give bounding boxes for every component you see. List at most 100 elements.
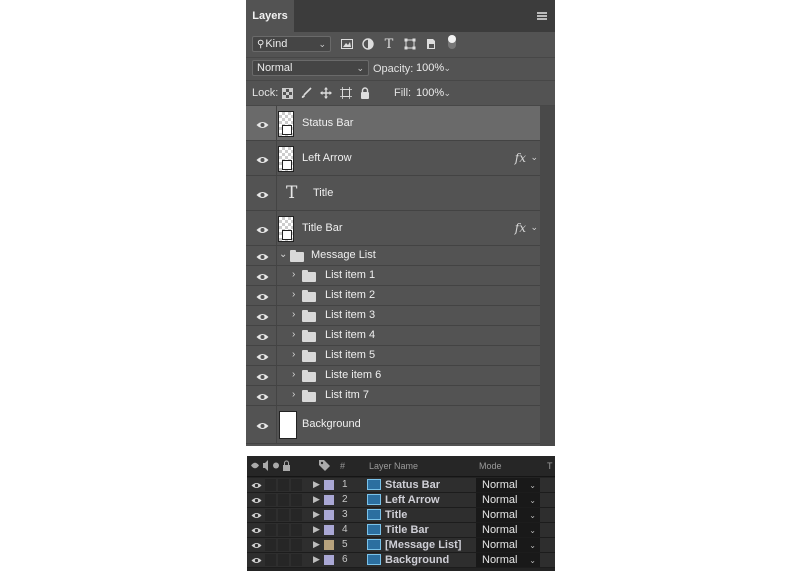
lock-toggle[interactable] [291, 554, 302, 566]
layer-row[interactable]: Left Arrow fx ⌄ [246, 141, 540, 176]
label-color-swatch[interactable] [324, 495, 334, 505]
layer-row[interactable]: T Title [246, 176, 540, 211]
solo-toggle[interactable] [278, 494, 289, 506]
audio-toggle[interactable] [265, 524, 276, 536]
solo-toggle[interactable] [278, 539, 289, 551]
mode-dropdown[interactable]: Normal ⌄ [476, 553, 540, 567]
lock-all-icon[interactable] [358, 86, 372, 100]
audio-toggle[interactable] [265, 539, 276, 551]
chevron-right-icon[interactable]: › [292, 329, 295, 340]
lock-image-pixels-icon[interactable] [300, 86, 314, 100]
type-filter-icon[interactable]: T [382, 37, 396, 52]
lock-position-icon[interactable] [319, 86, 333, 100]
label-color-swatch[interactable] [324, 555, 334, 565]
layer-row[interactable]: › List item 5 [246, 346, 540, 366]
timeline-layer-row[interactable]: ▶ 1 Status Bar Normal ⌄ [247, 478, 555, 493]
solo-toggle[interactable] [278, 554, 289, 566]
eye-icon[interactable] [251, 526, 262, 537]
pixel-filter-icon[interactable] [340, 37, 354, 51]
fill-field[interactable]: 100% ⌄ [411, 85, 456, 101]
adjustment-filter-icon[interactable] [361, 37, 375, 51]
audio-toggle[interactable] [265, 554, 276, 566]
expand-arrow-icon[interactable]: ▶ [313, 539, 320, 550]
layer-row[interactable]: › List itm 7 [246, 386, 540, 406]
filter-kind-dropdown[interactable]: ⚲ Kind ⌄ [252, 36, 331, 52]
lock-toggle[interactable] [291, 479, 302, 491]
chevron-down-icon[interactable]: ⌄ [279, 249, 287, 260]
eye-icon[interactable] [256, 392, 269, 400]
eye-icon[interactable] [256, 352, 269, 360]
lock-toggle[interactable] [291, 539, 302, 551]
chevron-right-icon[interactable]: › [292, 369, 295, 380]
solo-toggle[interactable] [278, 524, 289, 536]
eye-icon[interactable] [256, 312, 269, 320]
eye-icon[interactable] [256, 155, 269, 163]
eye-icon[interactable] [256, 120, 269, 128]
expand-arrow-icon[interactable]: ▶ [313, 554, 320, 565]
timeline-layer-row[interactable]: ▶ 6 Background Normal ⌄ [247, 553, 555, 568]
tab-layers[interactable]: Layers [246, 0, 294, 32]
layer-row[interactable]: Title Bar fx ⌄ [246, 211, 540, 246]
expand-arrow-icon[interactable]: ▶ [313, 494, 320, 505]
eye-icon[interactable] [251, 496, 262, 507]
chevron-down-icon[interactable]: ⌄ [530, 152, 538, 163]
audio-toggle[interactable] [265, 494, 276, 506]
chevron-right-icon[interactable]: › [292, 269, 295, 280]
solo-toggle[interactable] [278, 509, 289, 521]
label-color-swatch[interactable] [324, 510, 334, 520]
lock-toggle[interactable] [291, 524, 302, 536]
layer-row[interactable]: › List item 1 [246, 266, 540, 286]
timeline-layer-row[interactable]: ▶ 4 Title Bar Normal ⌄ [247, 523, 555, 538]
layer-row[interactable]: Status Bar [246, 106, 540, 141]
chevron-right-icon[interactable]: › [292, 389, 295, 400]
expand-arrow-icon[interactable]: ▶ [313, 479, 320, 490]
eye-icon[interactable] [256, 252, 269, 260]
chevron-right-icon[interactable]: › [292, 289, 295, 300]
shape-filter-icon[interactable] [403, 37, 417, 51]
lock-toggle[interactable] [291, 494, 302, 506]
audio-toggle[interactable] [265, 509, 276, 521]
chevron-right-icon[interactable]: › [292, 309, 295, 320]
layer-row[interactable]: Background [246, 406, 540, 444]
chevron-down-icon[interactable]: ⌄ [530, 222, 538, 233]
eye-icon[interactable] [256, 272, 269, 280]
mode-dropdown[interactable]: Normal ⌄ [476, 508, 540, 522]
eye-icon[interactable] [256, 372, 269, 380]
eye-icon[interactable] [251, 541, 262, 552]
layer-name[interactable]: Title [385, 509, 407, 521]
fx-icon[interactable]: fx [515, 221, 526, 235]
layer-row[interactable]: › List item 3 [246, 306, 540, 326]
mode-dropdown[interactable]: Normal ⌄ [476, 523, 540, 537]
layer-row[interactable]: › List item 2 [246, 286, 540, 306]
layer-row[interactable]: › List item 4 [246, 326, 540, 346]
label-color-swatch[interactable] [324, 540, 334, 550]
chevron-right-icon[interactable]: › [292, 349, 295, 360]
eye-icon[interactable] [256, 292, 269, 300]
layer-row[interactable]: ⌄ Message List [246, 246, 540, 266]
filter-toggle-icon[interactable] [445, 35, 459, 49]
layers-scrollbar[interactable] [540, 106, 555, 446]
expand-arrow-icon[interactable]: ▶ [313, 509, 320, 520]
lock-artboard-icon[interactable] [339, 86, 353, 100]
opacity-field[interactable]: 100% ⌄ [411, 60, 456, 76]
timeline-layer-row[interactable]: ▶ 2 Left Arrow Normal ⌄ [247, 493, 555, 508]
eye-icon[interactable] [251, 481, 262, 492]
layer-name[interactable]: Title Bar [385, 524, 429, 536]
layer-name[interactable]: Status Bar [385, 479, 440, 491]
blend-mode-dropdown[interactable]: Normal ⌄ [252, 60, 369, 76]
solo-toggle[interactable] [278, 479, 289, 491]
label-color-swatch[interactable] [324, 525, 334, 535]
mode-dropdown[interactable]: Normal ⌄ [476, 538, 540, 552]
lock-toggle[interactable] [291, 509, 302, 521]
layer-name[interactable]: Left Arrow [385, 494, 440, 506]
eye-icon[interactable] [256, 421, 269, 429]
mode-dropdown[interactable]: Normal ⌄ [476, 493, 540, 507]
expand-arrow-icon[interactable]: ▶ [313, 524, 320, 535]
timeline-layer-row[interactable]: ▶ 3 Title Normal ⌄ [247, 508, 555, 523]
eye-icon[interactable] [251, 511, 262, 522]
lock-transparent-pixels-icon[interactable] [280, 86, 294, 100]
mode-dropdown[interactable]: Normal ⌄ [476, 478, 540, 492]
eye-icon[interactable] [256, 190, 269, 198]
timeline-layer-row[interactable]: ▶ 5 [Message List] Normal ⌄ [247, 538, 555, 553]
panel-menu-icon[interactable] [537, 12, 547, 20]
